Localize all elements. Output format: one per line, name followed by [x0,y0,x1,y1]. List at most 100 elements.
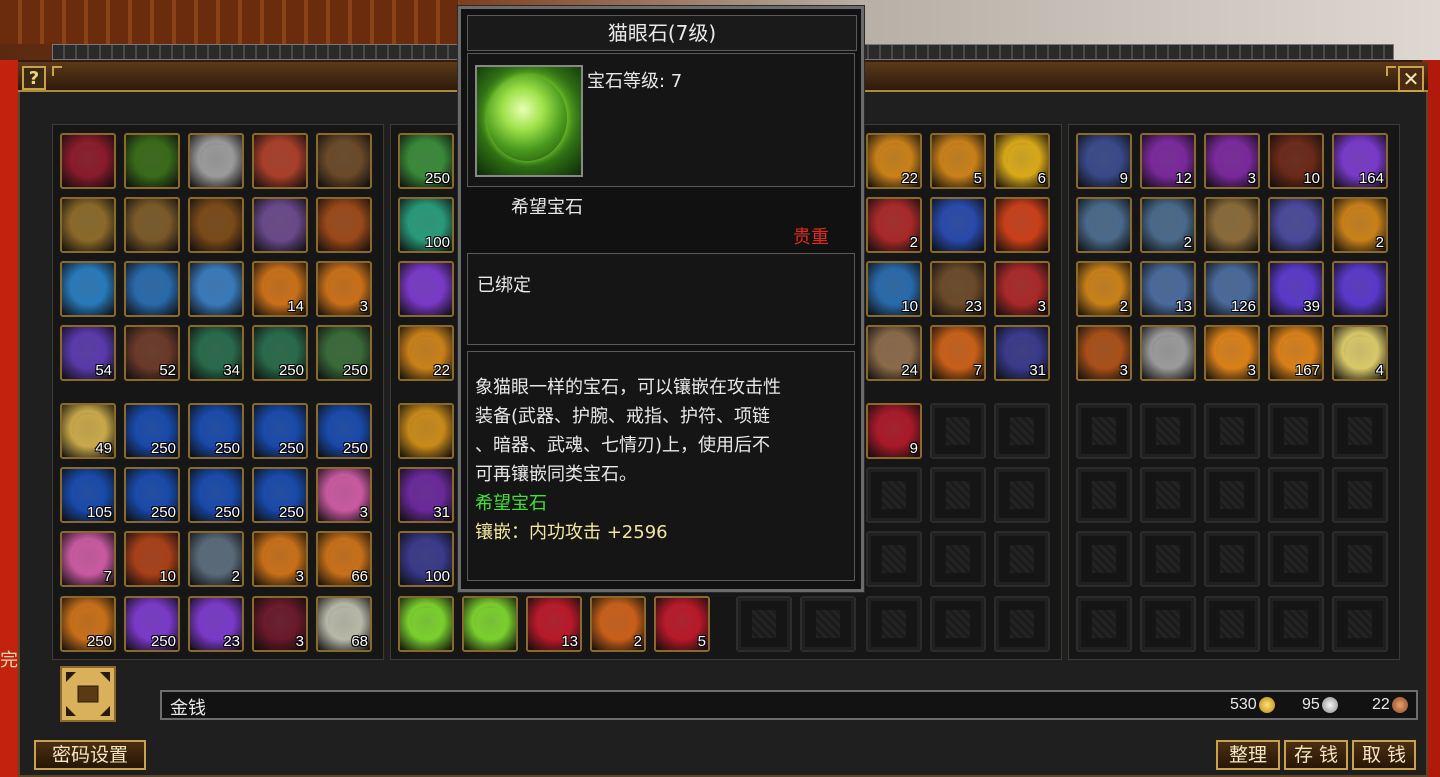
item-slot[interactable]: 250 [252,467,308,523]
item-slot[interactable]: 100 [398,197,454,253]
item-slot[interactable]: 2 [1332,197,1388,253]
item-slot[interactable] [316,197,372,253]
item-slot[interactable]: 250 [316,325,372,381]
item-slot[interactable]: 10 [124,531,180,587]
item-slot[interactable] [1332,261,1388,317]
item-slot[interactable]: 12 [1140,133,1196,189]
empty-slot[interactable] [866,531,922,587]
item-slot[interactable]: 3 [252,596,308,652]
empty-slot[interactable] [1076,531,1132,587]
item-slot[interactable] [188,133,244,189]
empty-slot[interactable] [1332,403,1388,459]
item-slot[interactable]: 39 [1268,261,1324,317]
item-slot[interactable]: 164 [1332,133,1388,189]
withdraw-money-button[interactable]: 取 钱 [1352,740,1416,770]
item-slot[interactable]: 100 [398,531,454,587]
empty-slot[interactable] [1332,467,1388,523]
item-slot[interactable] [124,133,180,189]
item-slot[interactable]: 23 [930,261,986,317]
empty-slot[interactable] [994,403,1050,459]
item-slot[interactable] [1076,197,1132,253]
item-slot[interactable]: 22 [866,133,922,189]
empty-slot[interactable] [866,467,922,523]
item-slot[interactable]: 4 [1332,325,1388,381]
item-slot[interactable] [60,261,116,317]
empty-slot[interactable] [994,596,1050,652]
empty-slot[interactable] [1140,531,1196,587]
empty-slot[interactable] [930,596,986,652]
item-slot[interactable]: 49 [60,403,116,459]
item-slot[interactable]: 13 [526,596,582,652]
item-slot[interactable]: 250 [124,403,180,459]
item-slot[interactable]: 10 [1268,133,1324,189]
item-slot[interactable]: 2 [1140,197,1196,253]
item-slot[interactable]: 9 [866,403,922,459]
item-slot[interactable]: 167 [1268,325,1324,381]
item-slot[interactable]: 31 [398,467,454,523]
item-slot[interactable]: 68 [316,596,372,652]
item-slot[interactable]: 3 [252,531,308,587]
empty-slot[interactable] [1140,403,1196,459]
item-slot[interactable]: 250 [398,133,454,189]
item-slot[interactable] [1140,325,1196,381]
item-slot[interactable]: 250 [316,403,372,459]
item-slot[interactable] [60,197,116,253]
item-slot[interactable]: 2 [590,596,646,652]
item-slot[interactable]: 10 [866,261,922,317]
item-slot[interactable]: 250 [124,596,180,652]
empty-slot[interactable] [866,596,922,652]
item-slot[interactable] [124,197,180,253]
item-slot[interactable]: 5 [930,133,986,189]
item-slot[interactable]: 3 [1204,133,1260,189]
item-slot[interactable]: 250 [252,325,308,381]
item-slot[interactable] [1268,197,1324,253]
item-slot[interactable]: 250 [60,596,116,652]
empty-slot[interactable] [1204,596,1260,652]
item-slot[interactable] [1204,197,1260,253]
item-slot[interactable] [188,261,244,317]
close-button[interactable]: ✕ [1398,66,1424,92]
item-slot[interactable] [60,133,116,189]
item-slot[interactable]: 22 [398,325,454,381]
item-slot[interactable] [316,133,372,189]
empty-slot[interactable] [1076,596,1132,652]
item-slot[interactable]: 3 [316,467,372,523]
empty-slot[interactable] [1332,596,1388,652]
empty-slot[interactable] [1268,531,1324,587]
item-slot[interactable]: 7 [60,531,116,587]
item-slot[interactable]: 9 [1076,133,1132,189]
password-settings-button[interactable]: 密码设置 [34,740,146,770]
item-slot[interactable]: 5 [654,596,710,652]
empty-slot[interactable] [930,403,986,459]
empty-slot[interactable] [736,596,792,652]
item-slot[interactable]: 2 [1076,261,1132,317]
empty-slot[interactable] [994,467,1050,523]
item-slot[interactable]: 13 [1140,261,1196,317]
item-slot[interactable] [994,197,1050,253]
empty-slot[interactable] [930,467,986,523]
item-slot[interactable]: 250 [188,467,244,523]
item-slot[interactable] [930,197,986,253]
deposit-money-button[interactable]: 存 钱 [1284,740,1348,770]
item-slot[interactable] [252,133,308,189]
item-slot[interactable]: 24 [866,325,922,381]
item-slot[interactable]: 250 [252,403,308,459]
empty-slot[interactable] [1076,467,1132,523]
empty-slot[interactable] [1140,467,1196,523]
item-slot[interactable]: 3 [1076,325,1132,381]
item-slot[interactable]: 6 [994,133,1050,189]
empty-slot[interactable] [1268,596,1324,652]
sort-button[interactable]: 整理 [1216,740,1280,770]
item-slot[interactable]: 2 [866,197,922,253]
item-slot[interactable]: 126 [1204,261,1260,317]
item-slot[interactable] [462,596,518,652]
empty-slot[interactable] [1076,403,1132,459]
item-slot[interactable]: 250 [124,467,180,523]
item-slot[interactable]: 34 [188,325,244,381]
item-slot[interactable]: 3 [994,261,1050,317]
item-slot[interactable]: 3 [1204,325,1260,381]
item-slot[interactable]: 105 [60,467,116,523]
empty-slot[interactable] [800,596,856,652]
empty-slot[interactable] [1204,467,1260,523]
item-slot[interactable]: 7 [930,325,986,381]
